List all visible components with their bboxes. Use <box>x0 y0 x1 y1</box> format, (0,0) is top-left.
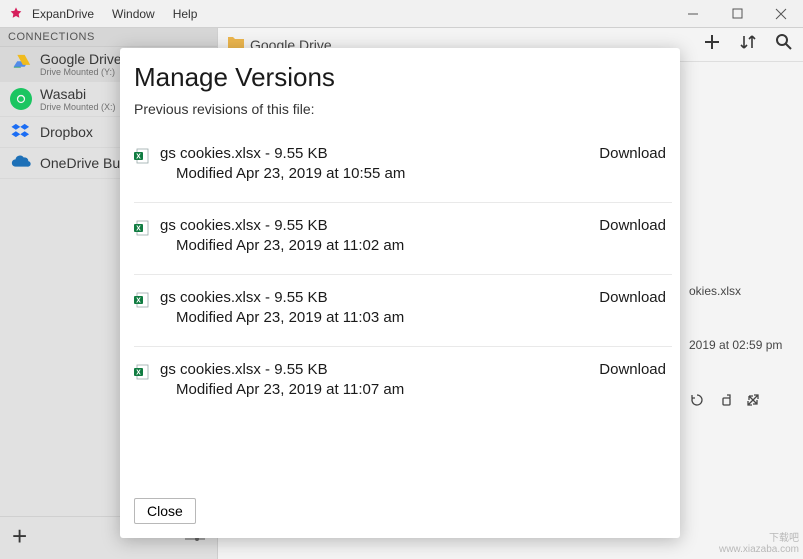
excel-file-icon <box>134 220 150 236</box>
close-button[interactable] <box>759 0 803 28</box>
download-link[interactable]: Download <box>599 361 666 398</box>
version-modified: Modified Apr 23, 2019 at 10:55 am <box>176 165 589 182</box>
excel-file-icon <box>134 292 150 308</box>
minimize-button[interactable] <box>671 0 715 28</box>
version-list[interactable]: gs cookies.xlsx - 9.55 KB Modified Apr 23… <box>134 131 680 488</box>
menu-help[interactable]: Help <box>173 7 198 21</box>
version-filename: gs cookies.xlsx - 9.55 KB <box>160 361 589 378</box>
dialog-subtitle: Previous revisions of this file: <box>134 101 680 117</box>
download-link[interactable]: Download <box>599 145 666 182</box>
download-link[interactable]: Download <box>599 217 666 254</box>
excel-file-icon <box>134 364 150 380</box>
dialog-title: Manage Versions <box>134 62 680 93</box>
app-icon <box>8 6 24 22</box>
version-modified: Modified Apr 23, 2019 at 11:07 am <box>176 381 589 398</box>
version-modified: Modified Apr 23, 2019 at 11:02 am <box>176 237 589 254</box>
version-item: gs cookies.xlsx - 9.55 KB Modified Apr 23… <box>134 347 672 418</box>
close-dialog-button[interactable]: Close <box>134 498 196 524</box>
version-item: gs cookies.xlsx - 9.55 KB Modified Apr 23… <box>134 131 672 203</box>
version-modified: Modified Apr 23, 2019 at 11:03 am <box>176 309 589 326</box>
version-filename: gs cookies.xlsx - 9.55 KB <box>160 145 589 162</box>
window-controls <box>671 0 803 28</box>
version-filename: gs cookies.xlsx - 9.55 KB <box>160 217 589 234</box>
version-item: gs cookies.xlsx - 9.55 KB Modified Apr 23… <box>134 275 672 347</box>
excel-file-icon <box>134 148 150 164</box>
app-name: ExpanDrive <box>32 7 94 21</box>
menu-window[interactable]: Window <box>112 7 155 21</box>
version-filename: gs cookies.xlsx - 9.55 KB <box>160 289 589 306</box>
maximize-button[interactable] <box>715 0 759 28</box>
manage-versions-dialog: Manage Versions Previous revisions of th… <box>120 48 680 538</box>
download-link[interactable]: Download <box>599 289 666 326</box>
titlebar: ExpanDrive Window Help <box>0 0 803 28</box>
version-item: gs cookies.xlsx - 9.55 KB Modified Apr 23… <box>134 203 672 275</box>
